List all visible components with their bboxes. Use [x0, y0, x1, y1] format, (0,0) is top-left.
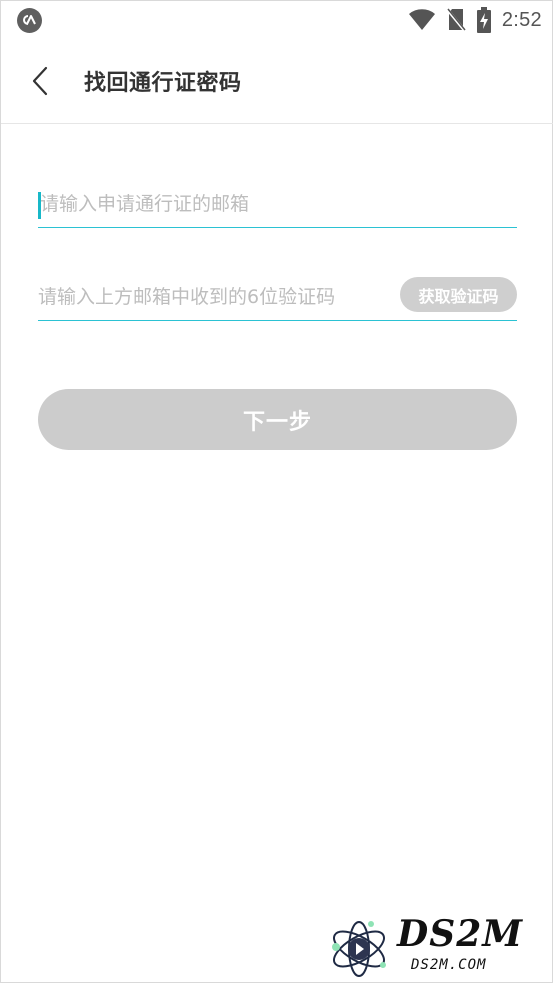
back-button[interactable] — [23, 63, 59, 99]
battery-charging-icon — [476, 7, 491, 33]
app-screen: 2:52 找回通行证密码 获取验证码 下一步 — [0, 0, 553, 983]
verification-code-input[interactable] — [38, 273, 388, 320]
clock: 2:52 — [501, 8, 542, 31]
email-input[interactable] — [38, 181, 517, 227]
text-cursor — [38, 192, 41, 219]
wifi-icon — [408, 9, 435, 30]
status-bar: 2:52 — [1, 1, 553, 41]
app-notification-icon — [17, 8, 42, 33]
get-code-button[interactable]: 获取验证码 — [400, 277, 517, 312]
watermark-domain: DS2M.COM — [411, 957, 487, 973]
atom-logo-icon — [332, 921, 386, 977]
status-icons: 2:52 — [408, 7, 542, 33]
email-field-container — [38, 181, 517, 228]
no-sim-icon — [445, 8, 466, 32]
watermark: DS2M DS2M.COM — [327, 913, 547, 981]
code-field-container: 获取验证码 — [38, 273, 517, 321]
next-step-button[interactable]: 下一步 — [38, 389, 517, 450]
chevron-left-icon — [32, 66, 48, 96]
page-title: 找回通行证密码 — [84, 71, 242, 96]
watermark-brand: DS2M — [397, 913, 524, 955]
navigation-bar: 找回通行证密码 — [1, 41, 553, 124]
